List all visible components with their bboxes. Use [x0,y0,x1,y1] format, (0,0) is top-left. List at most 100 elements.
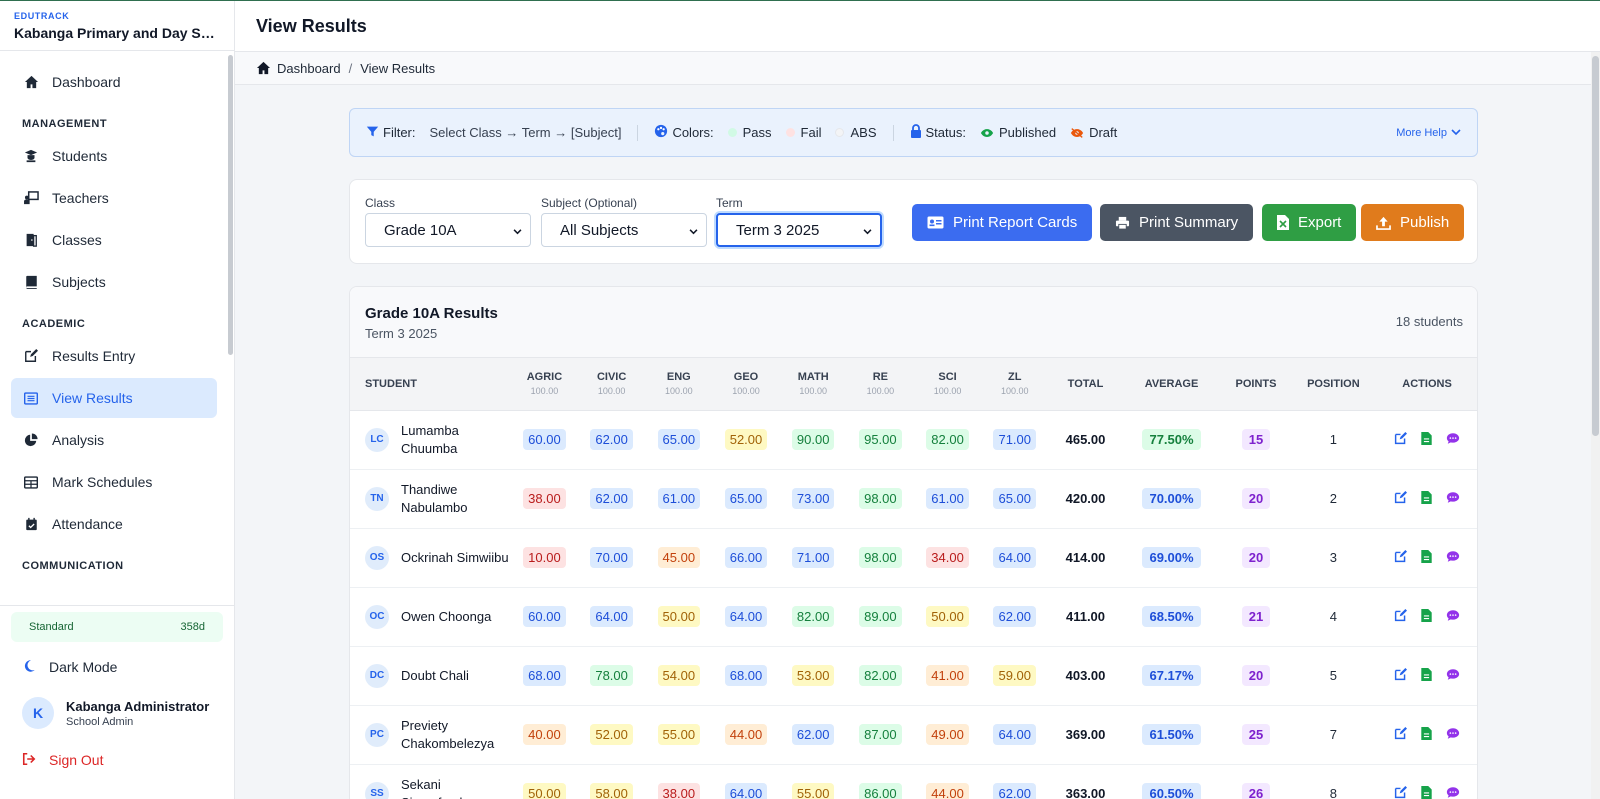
breadcrumb-home-link[interactable]: Dashboard [277,61,341,76]
school-name[interactable]: Kabanga Primary and Day Sec... [14,25,219,41]
main-scroll-thumb[interactable] [1592,56,1599,436]
student-name[interactable]: Ockrinah Simwiibu [401,549,509,567]
comment-icon[interactable] [1446,786,1460,799]
mark-value: 64.00 [724,783,768,799]
print-summary-button[interactable]: Print Summary [1100,204,1254,241]
student-cell: PC Previety Chakombelezya [350,705,511,765]
home-icon[interactable] [256,61,271,75]
report-file-icon[interactable] [1421,608,1432,625]
position-value: 3 [1329,550,1337,565]
sidebar-item-teachers[interactable]: Teachers [11,178,217,218]
mark-value: 65.00 [657,429,701,450]
status-label: Status: [925,125,966,140]
report-file-icon[interactable] [1421,431,1432,448]
sidebar-item-classes[interactable]: Classes [11,220,217,260]
max-mark: 100.00 [799,386,827,397]
mark-cell: 44.00 [712,705,780,765]
sidebar-item-students[interactable]: Students [11,136,217,176]
mark-value: 54.00 [657,665,701,686]
student-name[interactable]: Previety Chakombelezya [401,717,511,753]
average-value: 70.00% [1142,488,1201,509]
breadcrumb: Dashboard / View Results [235,52,1600,85]
total-value: 403.00 [1065,668,1106,683]
edit-icon[interactable] [1394,726,1408,743]
average-value: 69.00% [1142,547,1201,568]
main-scrollbar[interactable] [1591,52,1600,799]
mark-cell: 86.00 [846,764,914,799]
report-file-icon[interactable] [1421,785,1432,799]
edit-icon[interactable] [1394,667,1408,684]
actions-cell [1375,410,1477,470]
report-file-icon[interactable] [1421,549,1432,566]
mark-value: 52.00 [590,724,633,745]
sidebar-item-attendance[interactable]: Attendance [11,504,217,544]
more-help-toggle[interactable]: More Help [1396,127,1461,139]
term-select[interactable]: Term 3 2025 [716,213,882,247]
average-cell: 68.50% [1122,587,1221,647]
total-value: 369.00 [1065,727,1106,742]
average-cell: 60.50% [1122,764,1221,799]
mark-cell: 82.00 [779,587,847,647]
mark-value: 73.00 [791,488,835,509]
mark-cell: 50.00 [645,587,713,647]
edit-icon[interactable] [1394,549,1408,566]
dark-mode-toggle[interactable]: Dark Mode [0,648,234,686]
export-button[interactable]: Export [1262,204,1357,241]
print-report-cards-button[interactable]: Print Report Cards [912,204,1093,241]
sidebar-item-view-results[interactable]: View Results [11,378,217,418]
report-file-icon[interactable] [1421,726,1432,743]
edit-icon[interactable] [1394,785,1408,799]
comment-icon[interactable] [1446,727,1460,743]
eye-icon [980,128,994,138]
comment-icon[interactable] [1446,491,1460,507]
mark-value: 64.00 [724,606,768,627]
chevron-down-icon [1451,129,1461,136]
mark-value: 44.00 [724,724,768,745]
fail-color-dot [785,128,795,137]
edit-icon[interactable] [1394,490,1408,507]
sidebar-item-subjects[interactable]: Subjects [11,262,217,302]
comment-icon[interactable] [1446,609,1460,625]
class-select[interactable]: Grade 10A [365,213,531,247]
comment-icon[interactable] [1446,550,1460,566]
actions-cell [1375,528,1477,588]
mark-value: 60.00 [523,429,566,450]
id-card-icon [927,216,944,229]
publish-button[interactable]: Publish [1361,204,1465,241]
mark-value: 50.00 [523,783,566,799]
palette-icon [654,124,668,141]
sidebar-item-label: Attendance [52,516,123,532]
sign-out-button[interactable]: Sign Out [0,740,234,780]
student-name[interactable]: Owen Choonga [401,608,491,626]
filter-label: Filter: [383,125,416,140]
mark-cell: 64.00 [712,587,780,647]
subject-select[interactable]: All Subjects [541,213,707,247]
mark-cell: 38.00 [510,469,579,529]
sidebar-item-results-entry[interactable]: Results Entry [11,336,217,376]
report-file-icon[interactable] [1421,490,1432,507]
student-name[interactable]: Lumamba Chuumba [401,422,511,458]
mark-cell: 62.00 [981,587,1049,647]
comment-icon[interactable] [1446,668,1460,684]
sidebar-item-dashboard[interactable]: Dashboard [11,62,217,102]
mark-value: 78.00 [590,665,633,686]
mark-cell: 50.00 [510,764,579,799]
points-value: 20 [1241,547,1271,568]
sidebar-scroll-thumb[interactable] [228,55,233,355]
sidebar-item-analysis[interactable]: Analysis [11,420,217,460]
student-name[interactable]: Thandiwe Nabulambo [401,481,511,517]
col-points: POINTS [1220,358,1292,411]
sidebar-scrollbar[interactable] [227,52,234,602]
user-profile[interactable]: K Kabanga Administrator School Admin [0,686,234,740]
mark-value: 61.00 [926,488,969,509]
mark-cell: 68.00 [712,646,780,706]
edit-icon[interactable] [1394,431,1408,448]
abs-color-dot [835,128,845,137]
edit-icon[interactable] [1394,608,1408,625]
student-name[interactable]: Sekani Siamafumba [401,776,511,799]
plan-name: Standard [29,621,74,633]
sidebar-item-mark-schedules[interactable]: Mark Schedules [11,462,217,502]
student-name[interactable]: Doubt Chali [401,667,469,685]
report-file-icon[interactable] [1421,667,1432,684]
comment-icon[interactable] [1446,432,1460,448]
